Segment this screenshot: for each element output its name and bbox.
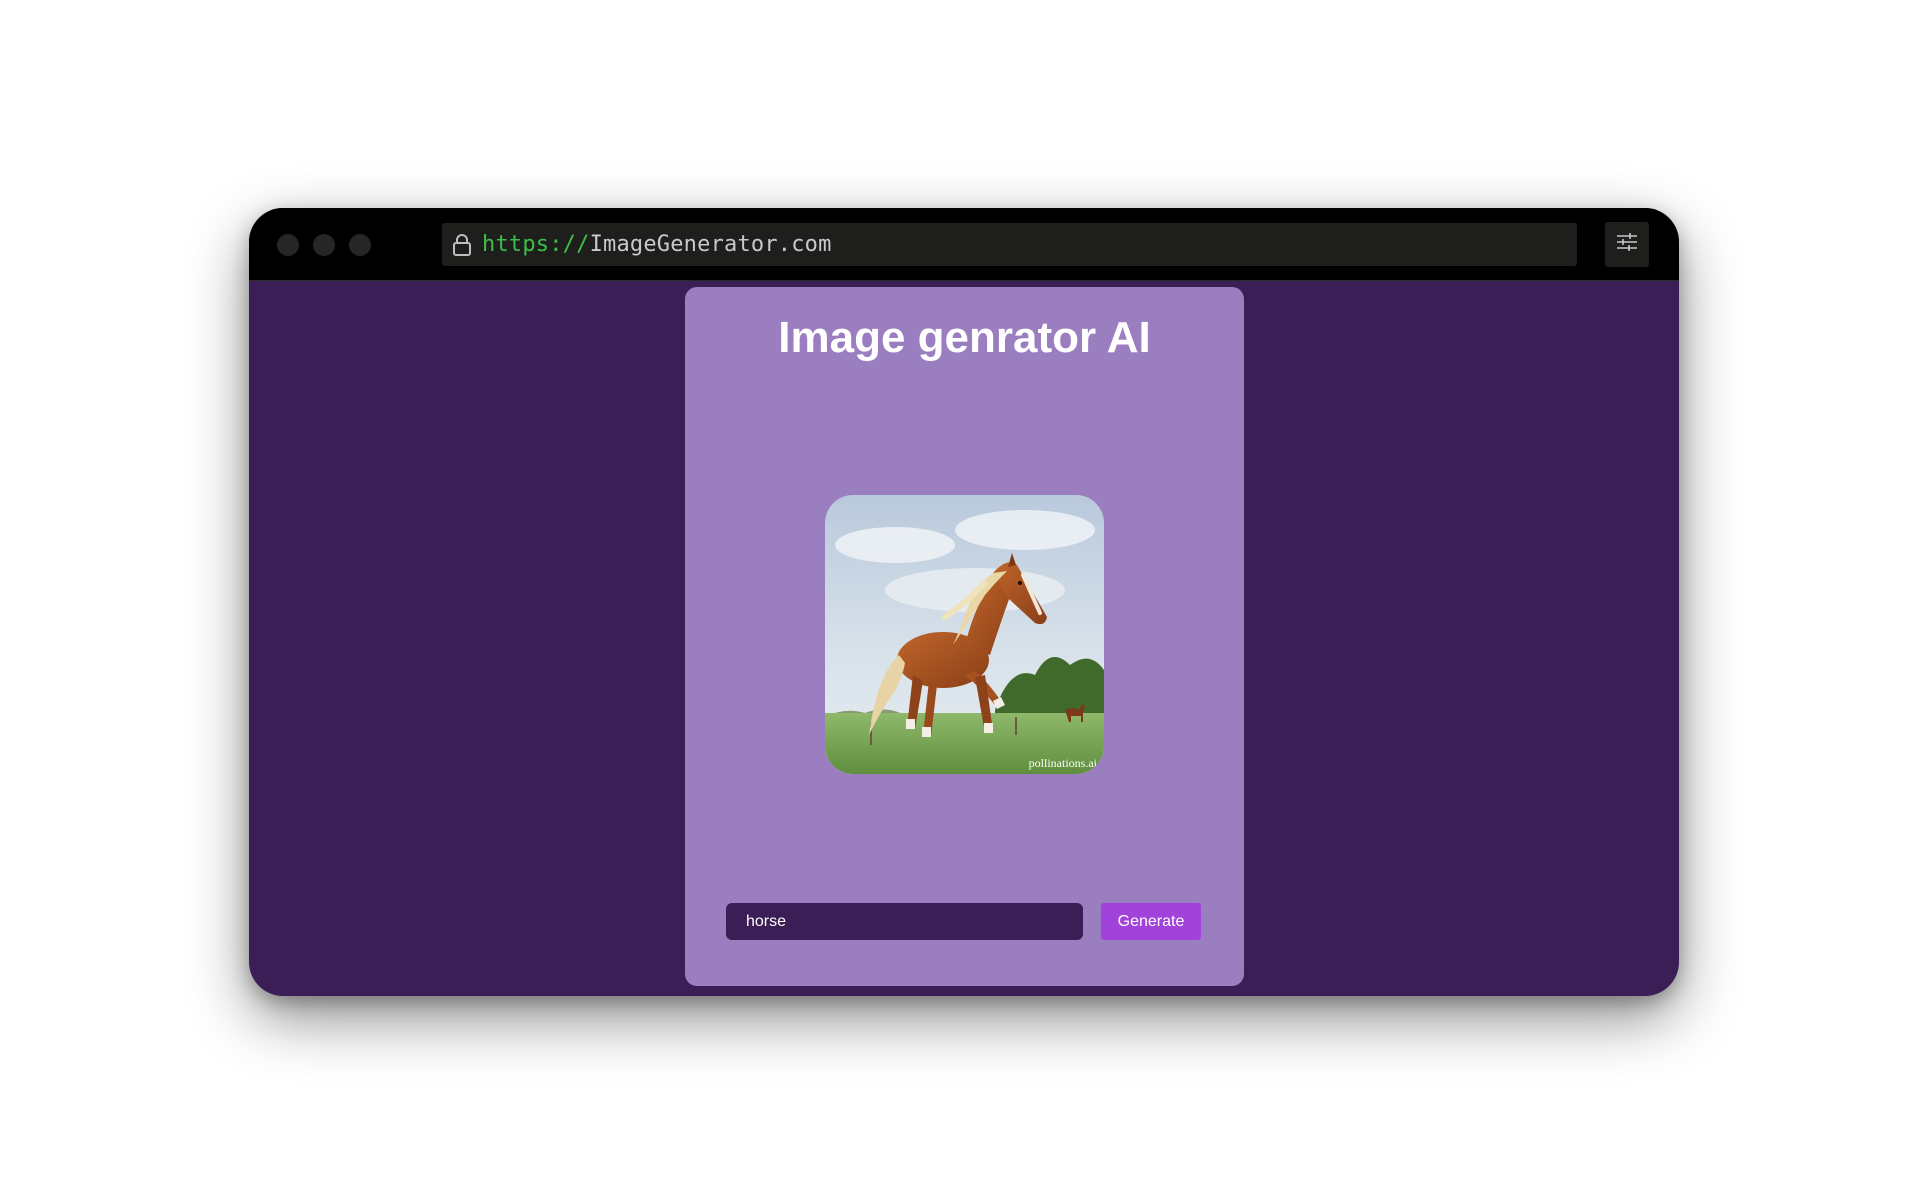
window-close-dot[interactable] [277, 234, 299, 256]
page-title: Image genrator AI [778, 313, 1151, 362]
browser-titlebar: https://ImageGenerator.com [249, 208, 1679, 281]
browser-settings-button[interactable] [1605, 222, 1649, 267]
generate-button[interactable]: Generate [1101, 903, 1201, 940]
address-bar[interactable]: https://ImageGenerator.com [442, 223, 1577, 266]
address-url: https://ImageGenerator.com [482, 232, 832, 257]
window-minimize-dot[interactable] [313, 234, 335, 256]
generated-image: pollinations.ai [825, 495, 1104, 774]
browser-window: https://ImageGenerator.com Image genrato… [249, 208, 1679, 996]
sliders-icon [1616, 232, 1638, 257]
url-host: ImageGenerator.com [589, 232, 832, 257]
generator-card: Image genrator AI pollinations.ai horse … [685, 287, 1244, 986]
window-maximize-dot[interactable] [349, 234, 371, 256]
prompt-input[interactable] [726, 903, 1083, 940]
url-scheme: https:// [482, 232, 590, 257]
generated-horse-image: pollinations.ai [825, 495, 1104, 774]
lock-icon [450, 233, 474, 257]
image-watermark: pollinations.ai [1029, 756, 1098, 770]
